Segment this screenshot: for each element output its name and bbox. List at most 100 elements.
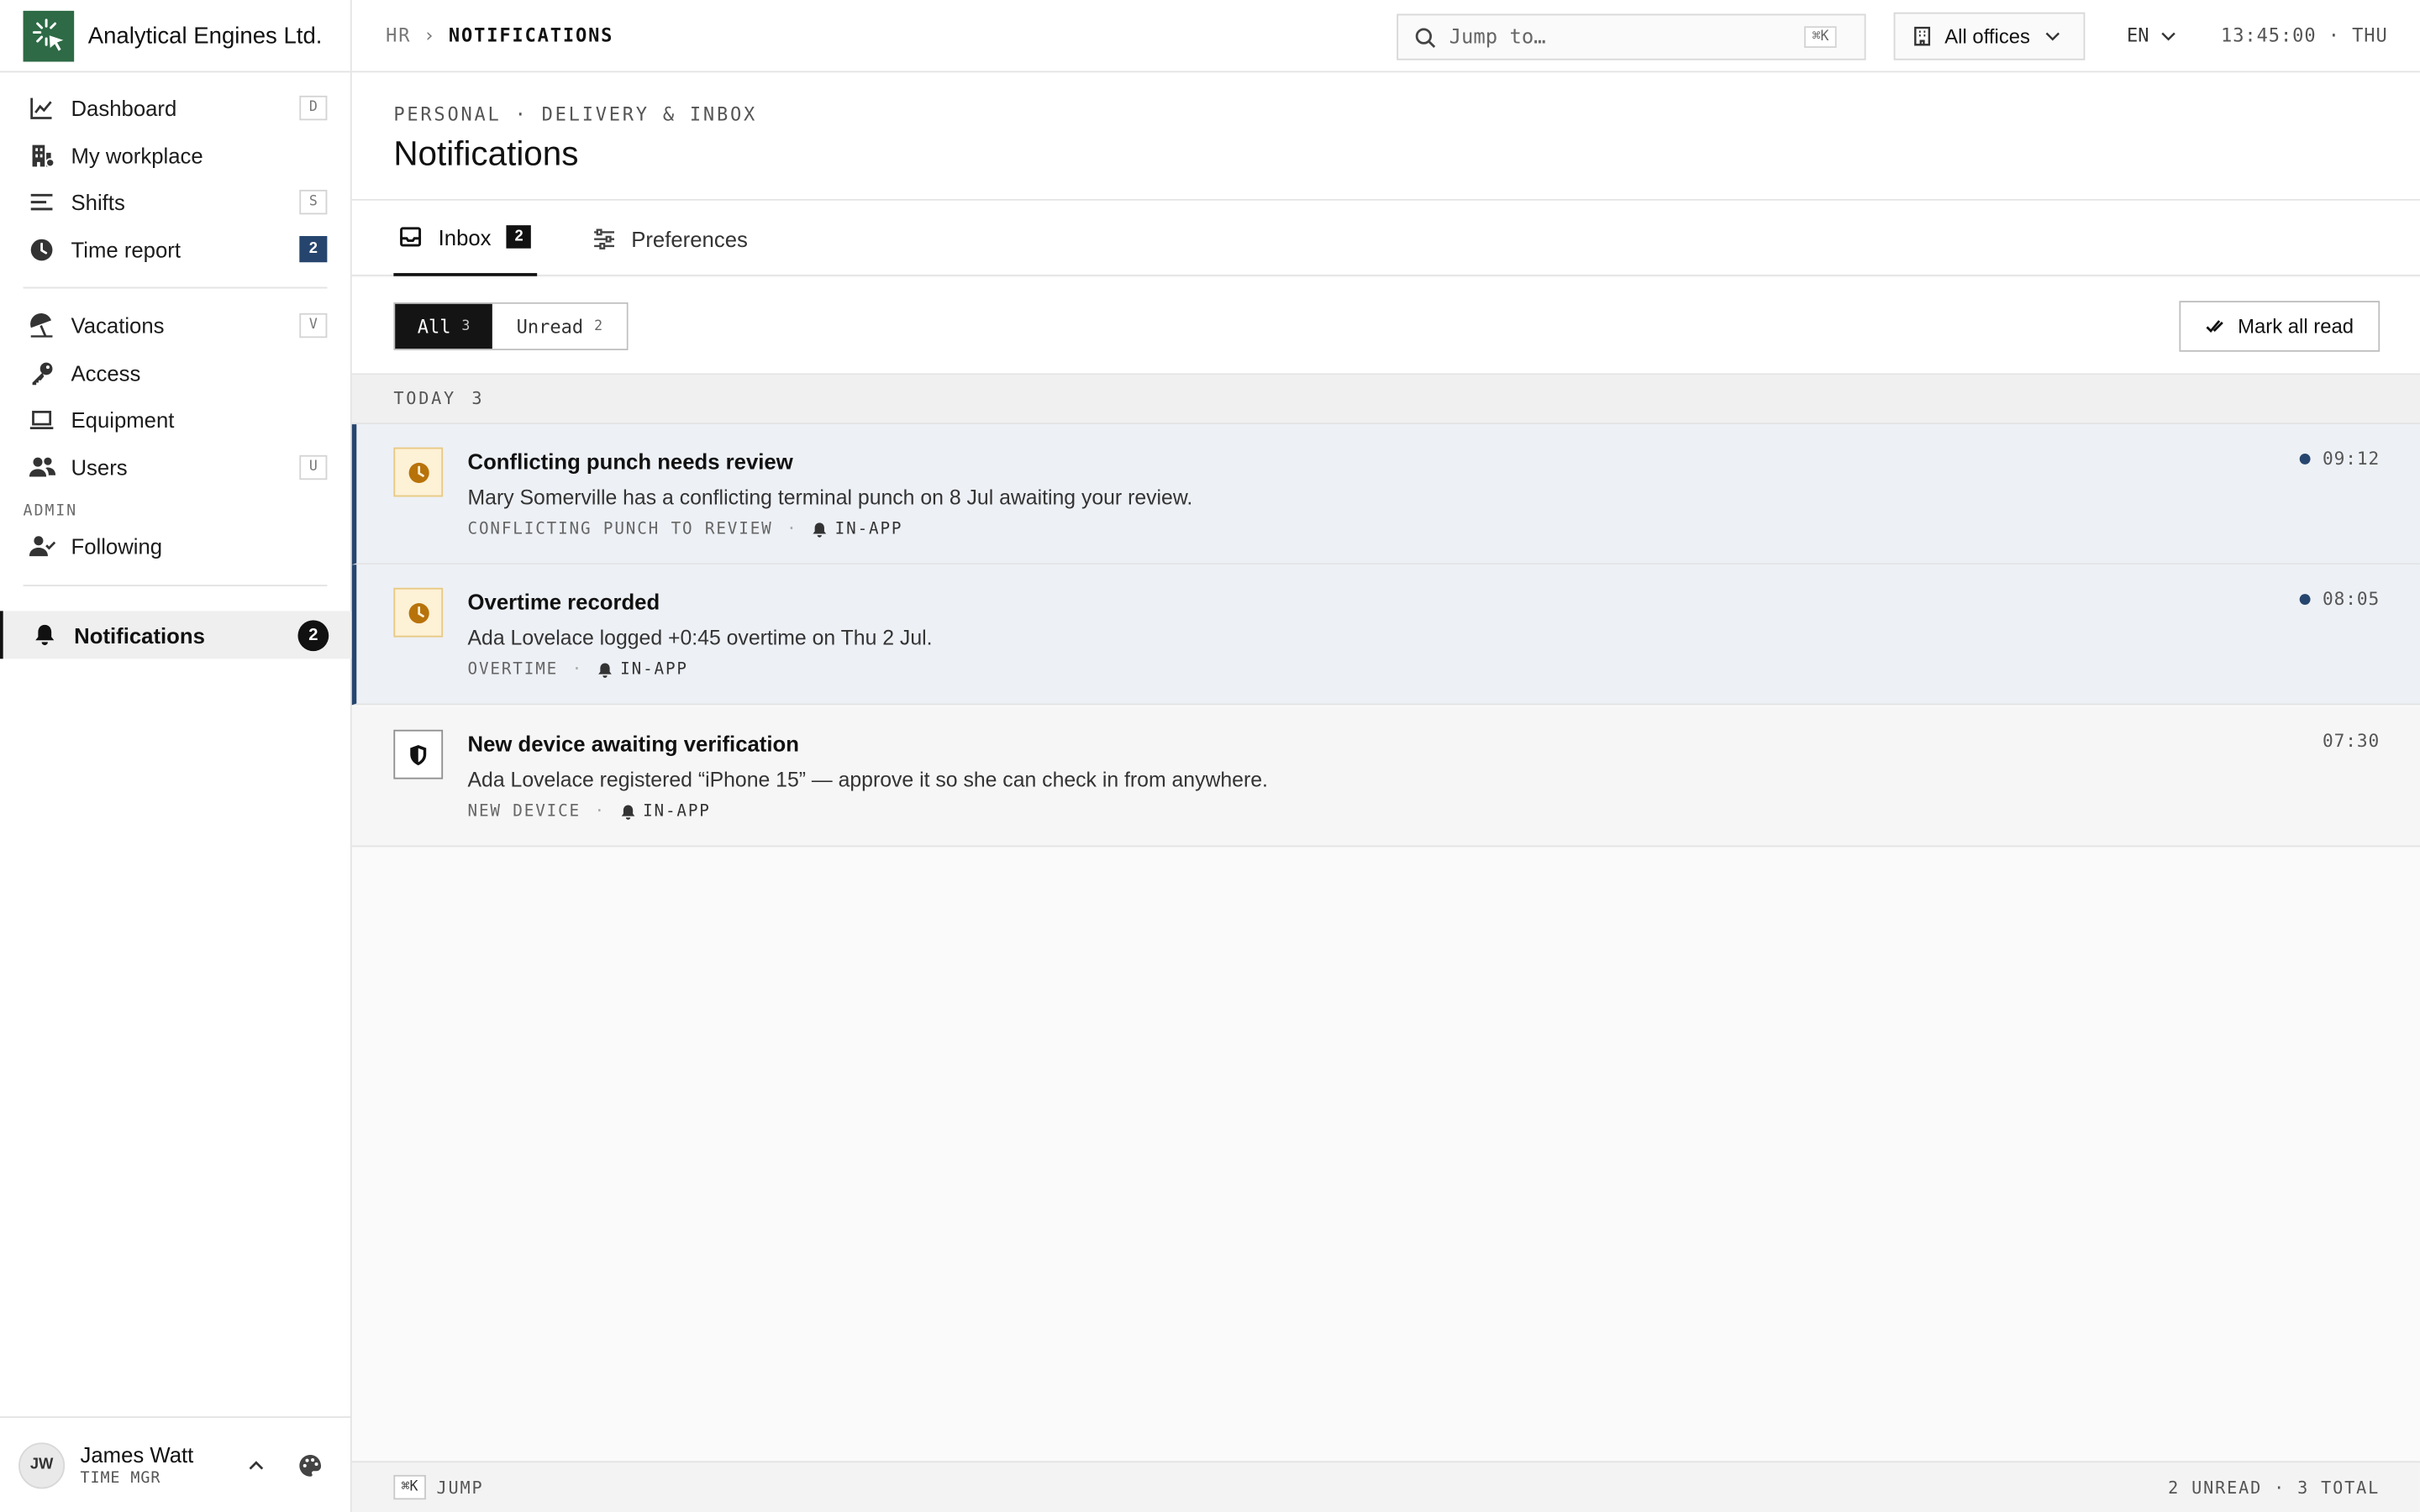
brand: Analytical Engines Ltd. (0, 0, 350, 73)
notification-time-label: 08:05 (2323, 587, 2381, 610)
key-icon (28, 359, 55, 386)
notification-item[interactable]: New device awaiting verification Ada Lov… (351, 706, 2420, 848)
group-header-today: TODAY 3 (351, 375, 2420, 425)
mark-all-read-button[interactable]: Mark all read (2179, 301, 2381, 352)
notification-body: Mary Somerville has a conflicting termin… (467, 486, 1193, 510)
count-badge: 2 (299, 236, 328, 263)
sidebar-item-label: Access (71, 360, 141, 386)
search-icon (1415, 27, 1436, 48)
notification-channel: IN-APP (620, 660, 688, 680)
shortcut-key: U (299, 454, 328, 480)
user-menu[interactable]: JW James Watt TIME MGR (0, 1416, 352, 1512)
mark-all-read-label: Mark all read (2238, 314, 2354, 339)
section-label-admin: ADMIN (23, 502, 78, 520)
sidebar-item-label: Time report (71, 237, 182, 262)
sidebar-item-label: Equipment (71, 407, 175, 433)
tab-inbox[interactable]: Inbox 2 (393, 201, 538, 276)
meta-separator: · (786, 519, 798, 539)
notification-category: OVERTIME (467, 660, 559, 680)
topbar: HR › NOTIFICATIONS Jump to… ⌘K All offic… (351, 0, 2420, 73)
search-input[interactable]: Jump to… ⌘K (1397, 13, 1866, 60)
meta-separator: · (594, 802, 606, 822)
sidebar-item-shifts[interactable]: Shifts S (24, 179, 328, 226)
umbrella-icon (28, 312, 55, 339)
page-title: Notifications (393, 134, 579, 173)
filter-label: All (417, 315, 451, 338)
notification-meta: CONFLICTING PUNCH TO REVIEW · IN-APP (468, 520, 903, 538)
sidebar-item-label: Users (71, 454, 128, 480)
sidebar-item-access[interactable]: Access (24, 349, 328, 396)
sidebar-item-following[interactable]: Following (24, 523, 328, 570)
users-icon (28, 454, 55, 481)
notification-item[interactable]: Overtime recorded Ada Lovelace logged +0… (351, 564, 2420, 706)
notification-item[interactable]: Conflicting punch needs review Mary Some… (351, 424, 2420, 565)
sidebar-item-dashboard[interactable]: Dashboard D (24, 85, 328, 132)
clock-icon (393, 587, 444, 638)
filter-count: 2 (594, 318, 603, 334)
sidebar-item-my-workplace[interactable]: My workplace (24, 132, 328, 179)
filter-unread-button[interactable]: Unread 2 (492, 303, 627, 349)
shield-icon (393, 729, 444, 780)
filter-bar: All 3 Unread 2 Mark all read (351, 277, 2420, 375)
divider (23, 584, 328, 586)
unread-dot (2299, 593, 2311, 605)
page-eyebrow: PERSONAL · DELIVERY & INBOX (393, 103, 758, 125)
language-label: EN (2126, 24, 2149, 47)
laptop-icon (28, 407, 55, 434)
user-name: James Watt (80, 1442, 194, 1467)
sidebar-item-users[interactable]: Users U (24, 444, 328, 491)
building-icon (1914, 26, 1931, 46)
status-bar: ⌘K JUMP 2 UNREAD · 3 TOTAL (351, 1461, 2420, 1512)
user-check-icon (28, 533, 55, 560)
shortcut-key: D (299, 96, 328, 121)
breadcrumb-item-hr[interactable]: HR (386, 24, 411, 46)
brand-name: Analytical Engines Ltd. (87, 22, 323, 49)
breadcrumb-separator: › (424, 24, 437, 47)
notification-title: Overtime recorded (467, 589, 660, 615)
palette-icon[interactable] (297, 1452, 322, 1477)
notification-time-label: 09:12 (2323, 447, 2381, 470)
sliders-icon (591, 226, 615, 250)
sidebar: Analytical Engines Ltd. Dashboard D My w… (0, 0, 352, 1512)
notification-time: 07:30 (2323, 730, 2380, 752)
inbox-icon (398, 224, 423, 249)
notification-title: New device awaiting verification (467, 731, 799, 756)
sidebar-item-equipment[interactable]: Equipment (24, 396, 328, 444)
shortcut-key: ⌘K (393, 1474, 426, 1500)
language-selector[interactable]: EN (2127, 24, 2177, 46)
chevron-up-icon[interactable] (249, 1460, 264, 1471)
double-check-icon (2206, 318, 2224, 334)
notification-body: Ada Lovelace logged +0:45 overtime on Th… (467, 626, 933, 650)
filter-segmented-control: All 3 Unread 2 (393, 302, 629, 350)
notification-channel: IN-APP (643, 802, 711, 822)
tab-label: Preferences (631, 226, 748, 251)
jump-hint[interactable]: JUMP (436, 1478, 483, 1498)
notification-time-label: 07:30 (2323, 729, 2381, 752)
notification-time: 08:05 (2299, 587, 2381, 610)
tab-label: Inbox (438, 224, 492, 249)
notification-category: NEW DEVICE (467, 802, 581, 822)
clock-icon (393, 447, 444, 497)
sidebar-nav: Dashboard D My workplace Shifts S Time r… (0, 72, 350, 586)
sidebar-item-vacations[interactable]: Vacations V (24, 302, 328, 349)
sidebar-item-notifications[interactable]: Notifications 2 (0, 611, 352, 659)
page-header: PERSONAL · DELIVERY & INBOX Notification… (351, 72, 2420, 201)
office-selector[interactable]: All offices (1893, 12, 2086, 60)
tab-preferences[interactable]: Preferences (587, 201, 748, 276)
clock-icon (28, 236, 55, 264)
shortcut-key: S (299, 190, 328, 215)
count-badge: 2 (506, 225, 532, 249)
filter-all-button[interactable]: All 3 (395, 303, 492, 349)
group-label: TODAY (393, 388, 456, 409)
brand-logo (23, 9, 75, 61)
breadcrumb-item-current: NOTIFICATIONS (448, 24, 614, 47)
sidebar-item-time-report[interactable]: Time report 2 (24, 226, 328, 273)
notification-summary: 2 UNREAD · 3 TOTAL (2168, 1477, 2381, 1498)
notification-time: 09:12 (2299, 447, 2381, 470)
filter-count: 3 (461, 318, 471, 334)
bell-icon (812, 521, 827, 538)
office-selector-label: All offices (1944, 24, 2031, 48)
notification-category: CONFLICTING PUNCH TO REVIEW (467, 519, 773, 539)
group-count: 3 (471, 388, 485, 409)
breadcrumb: HR › NOTIFICATIONS (386, 24, 613, 46)
